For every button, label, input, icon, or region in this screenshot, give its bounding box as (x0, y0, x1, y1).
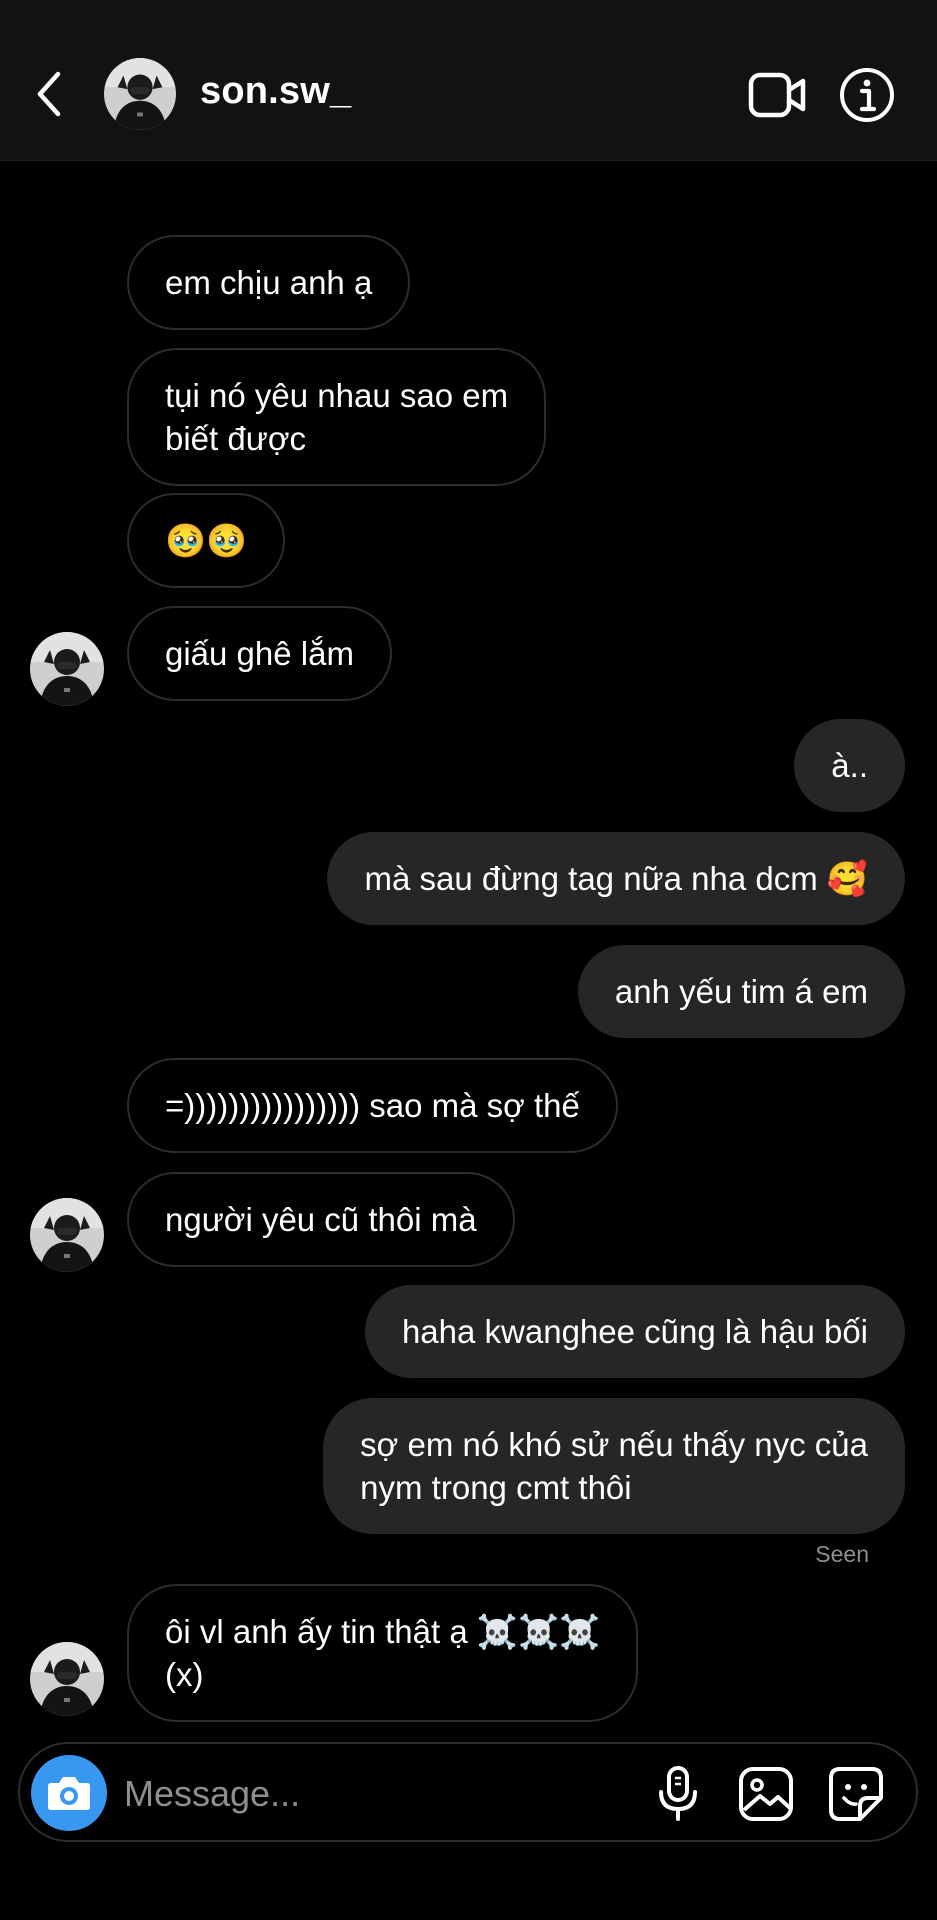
voice-message-button[interactable] (650, 1764, 706, 1824)
message-bubble-incoming[interactable]: giấu ghê lắm (127, 606, 392, 701)
message-bubble-incoming[interactable]: người yêu cũ thôi mà (127, 1172, 515, 1267)
message-bubble-outgoing[interactable]: anh yếu tim á em (577, 945, 905, 1038)
message-bubble-incoming[interactable]: =)))))))))))))))) sao mà sợ thế (127, 1058, 618, 1153)
message-composer (18, 1742, 918, 1842)
video-call-button[interactable] (748, 70, 806, 120)
chevron-left-icon (30, 64, 70, 124)
seen-indicator: Seen (815, 1541, 869, 1567)
sender-avatar[interactable] (30, 1642, 104, 1716)
video-camera-icon (748, 70, 806, 120)
sticker-button[interactable] (826, 1764, 886, 1824)
chat-header: son.sw_ (0, 0, 937, 161)
info-circle-icon (838, 66, 896, 124)
message-bubble-incoming[interactable]: ôi vl anh ấy tin thật ạ ☠️☠️☠️ (x) (127, 1584, 639, 1722)
sticker-icon (826, 1764, 886, 1824)
message-bubble-incoming[interactable]: tụi nó yêu nhau sao em biết được (127, 348, 547, 486)
message-input[interactable] (122, 1768, 546, 1820)
header-avatar[interactable] (104, 58, 176, 130)
message-bubble-incoming[interactable]: em chịu anh ạ (127, 235, 411, 330)
sender-avatar[interactable] (30, 1198, 104, 1272)
message-bubble-outgoing[interactable]: haha kwanghee cũng là hậu bối (364, 1285, 905, 1378)
info-button[interactable] (838, 66, 896, 124)
back-button[interactable] (30, 64, 70, 124)
gallery-button[interactable] (736, 1764, 796, 1824)
microphone-icon (650, 1764, 706, 1824)
message-bubble-outgoing[interactable]: à.. (794, 719, 905, 812)
message-bubble-outgoing[interactable]: mà sau đừng tag nữa nha dcm 🥰 (327, 832, 905, 925)
image-gallery-icon (736, 1764, 796, 1824)
camera-button[interactable] (31, 1755, 107, 1831)
message-bubble-incoming[interactable]: 🥹🥹 (127, 493, 286, 588)
camera-icon (31, 1755, 107, 1831)
message-bubble-outgoing[interactable]: sợ em nó khó sử nếu thấy nyc của nym tro… (323, 1398, 905, 1534)
chat-username[interactable]: son.sw_ (200, 70, 351, 113)
sender-avatar[interactable] (30, 632, 104, 706)
